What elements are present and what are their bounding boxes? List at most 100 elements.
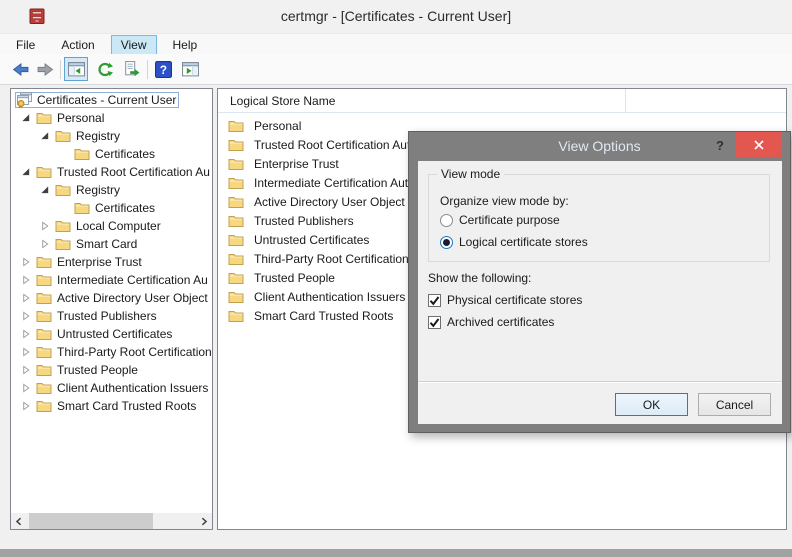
tree-item[interactable]: Untrusted Certificates: [21, 325, 212, 343]
checkbox-archived-certificates[interactable]: Archived certificates: [428, 315, 554, 329]
radio-label: Logical certificate stores: [459, 235, 588, 249]
dialog-body: View mode Organize view mode by: Certifi…: [418, 161, 782, 424]
radio-icon[interactable]: [440, 213, 453, 227]
folder-icon: [228, 137, 244, 153]
folder-icon: [36, 362, 52, 378]
expander-icon[interactable]: [40, 221, 54, 232]
tree-item[interactable]: Trusted Publishers: [21, 307, 212, 325]
tree-item[interactable]: Certificates: [59, 199, 212, 217]
tree-item[interactable]: Trusted People: [21, 361, 212, 379]
checkbox-physical-certificate-stores[interactable]: Physical certificate stores: [428, 293, 582, 307]
ok-button[interactable]: OK: [615, 393, 688, 416]
tree-item-label: Active Directory User Object: [57, 291, 208, 305]
tree-horizontal-scrollbar[interactable]: [11, 513, 212, 529]
expander-icon[interactable]: [21, 365, 35, 376]
tree-item[interactable]: Certificates - Current User: [15, 91, 212, 109]
dialog-titlebar[interactable]: View Options ?: [409, 132, 790, 161]
dialog-close-button[interactable]: [736, 132, 782, 157]
checkbox-icon[interactable]: [428, 315, 441, 329]
forward-button[interactable]: [33, 57, 57, 81]
menu-item-help[interactable]: Help: [163, 35, 208, 55]
tree-item[interactable]: Client Authentication Issuers: [21, 379, 212, 397]
expander-icon[interactable]: [21, 275, 35, 286]
folder-icon: [36, 290, 52, 306]
tree-item[interactable]: Local Computer: [40, 217, 212, 235]
expander-icon[interactable]: [40, 185, 54, 196]
cancel-button[interactable]: Cancel: [698, 393, 771, 416]
folder-icon: [228, 289, 244, 305]
tree-item[interactable]: Personal: [21, 109, 212, 127]
tree-item-label: Certificates: [95, 147, 156, 161]
tree-item-label: Registry: [76, 129, 121, 143]
window-titlebar[interactable]: certmgr - [Certificates - Current User]: [0, 0, 792, 33]
checkbox-icon[interactable]: [428, 293, 441, 307]
show-console-tree-button[interactable]: [64, 57, 88, 81]
tree-item-label: Certificates: [95, 201, 156, 215]
list-item-label: Untrusted Certificates: [254, 232, 370, 247]
export-list-button[interactable]: [119, 57, 143, 81]
folder-icon: [36, 326, 52, 342]
scrollbar-thumb[interactable]: [29, 513, 153, 529]
check-mark-icon: [429, 295, 440, 306]
expander-icon[interactable]: [21, 383, 35, 394]
dialog-divider: [418, 381, 782, 383]
scroll-left-button[interactable]: [11, 513, 27, 529]
show-action-pane-button[interactable]: [178, 57, 202, 81]
dialog-title: View Options: [558, 138, 641, 154]
expander-icon[interactable]: [40, 239, 54, 250]
tree-item[interactable]: Active Directory User Object: [21, 289, 212, 307]
tree-item[interactable]: Intermediate Certification Au: [21, 271, 212, 289]
expander-icon[interactable]: [59, 149, 73, 160]
tree-item[interactable]: Registry: [40, 127, 212, 145]
list-item-label: Intermediate Certification Autl: [254, 175, 411, 190]
dialog-help-button[interactable]: ?: [710, 132, 730, 161]
folder-icon: [228, 270, 244, 286]
expander-icon[interactable]: [21, 347, 35, 358]
tree-item-label: Registry: [76, 183, 121, 197]
tree-item[interactable]: Registry: [40, 181, 212, 199]
list-item-label: Third-Party Root Certification: [254, 251, 409, 266]
tree-item[interactable]: Smart Card: [40, 235, 212, 253]
expander-icon[interactable]: [40, 131, 54, 142]
tree-item[interactable]: Certificates: [59, 145, 212, 163]
expander-icon[interactable]: [21, 401, 35, 412]
expander-icon[interactable]: [59, 203, 73, 214]
refresh-button[interactable]: [92, 57, 116, 81]
tree-item-label: Third-Party Root Certification: [57, 345, 212, 359]
expander-icon[interactable]: [21, 311, 35, 322]
action-pane-icon: [182, 61, 199, 78]
folder-icon: [74, 146, 90, 162]
radio-certificate-purpose[interactable]: Certificate purpose: [440, 213, 560, 227]
help-button[interactable]: [151, 57, 175, 81]
radio-logical-certificate-stores[interactable]: Logical certificate stores: [440, 235, 588, 249]
menu-item-view[interactable]: View: [110, 35, 157, 55]
menu-item-file[interactable]: File: [6, 35, 45, 55]
expander-icon[interactable]: [21, 293, 35, 304]
expander-icon[interactable]: [21, 167, 35, 178]
expander-icon[interactable]: [21, 257, 35, 268]
forward-arrow-icon: [37, 61, 54, 78]
tree-item[interactable]: Smart Card Trusted Roots: [21, 397, 212, 415]
chevron-left-icon: [15, 517, 23, 526]
folder-icon: [36, 254, 52, 270]
folder-icon: [228, 232, 244, 248]
export-list-icon: [123, 61, 140, 78]
tree-item-label: Certificates - Current User: [37, 93, 177, 107]
menu-item-action[interactable]: Action: [51, 35, 104, 55]
radio-icon[interactable]: [440, 235, 453, 249]
tree-item-label: Smart Card Trusted Roots: [57, 399, 197, 413]
scroll-right-button[interactable]: [196, 513, 212, 529]
expander-icon[interactable]: [21, 329, 35, 340]
back-button[interactable]: [8, 57, 32, 81]
console-tree-icon: [68, 61, 85, 78]
tree-item-label: Client Authentication Issuers: [57, 381, 209, 395]
folder-icon: [228, 118, 244, 134]
column-divider[interactable]: [625, 89, 626, 113]
expander-icon[interactable]: [21, 113, 35, 124]
list-item-label: Trusted Root Certification Aut: [254, 137, 411, 152]
tree-item[interactable]: Trusted Root Certification Au: [21, 163, 212, 181]
show-the-following-label: Show the following:: [428, 271, 532, 285]
column-header-logical-store-name[interactable]: Logical Store Name: [218, 89, 786, 113]
tree-item[interactable]: Enterprise Trust: [21, 253, 212, 271]
tree-item[interactable]: Third-Party Root Certification: [21, 343, 212, 361]
